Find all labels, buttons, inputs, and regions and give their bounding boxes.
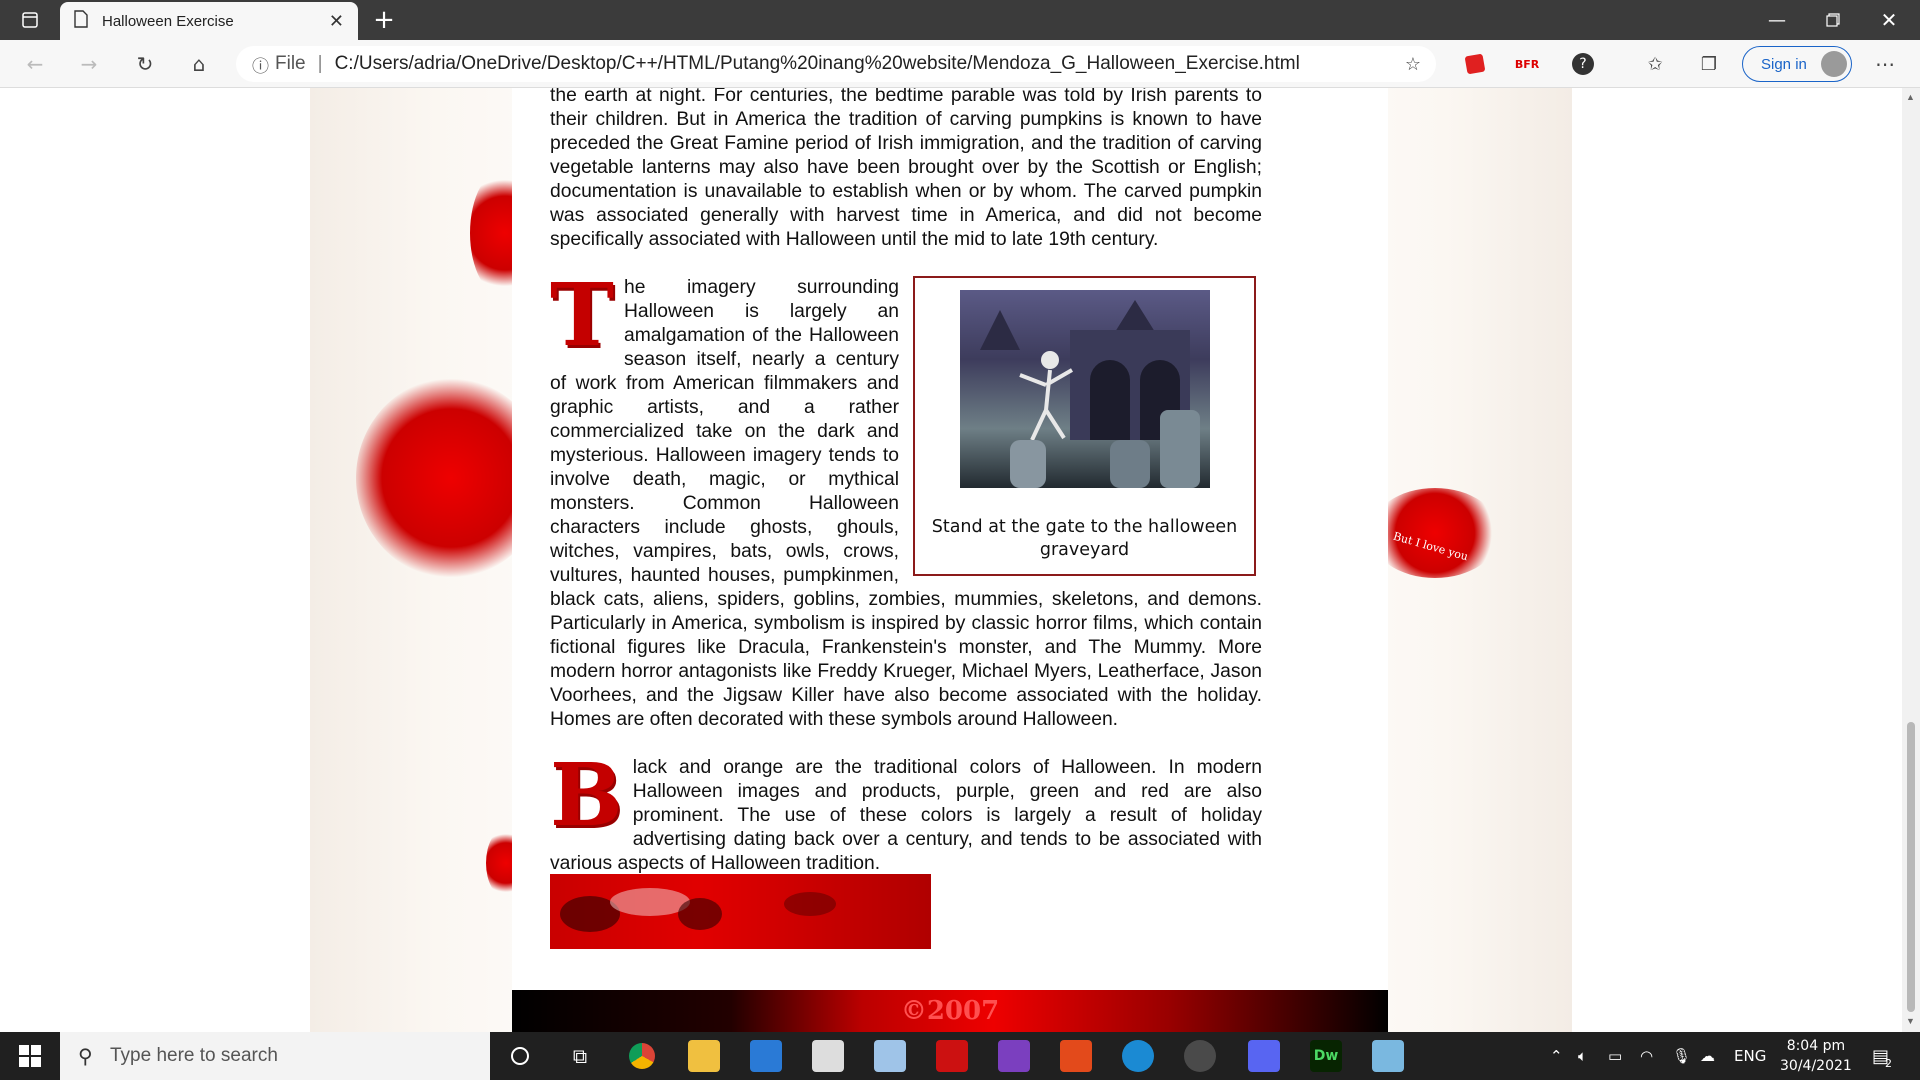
page-footer: ©2007 bbox=[512, 990, 1388, 1032]
article-text: the earth at night. For centuries, the b… bbox=[550, 88, 1262, 900]
notepad-icon[interactable] bbox=[1372, 1040, 1404, 1072]
tab-title: Halloween Exercise bbox=[102, 12, 234, 30]
file-explorer-icon[interactable] bbox=[688, 1040, 720, 1072]
task-view-icon[interactable]: ⧉ bbox=[564, 1040, 596, 1072]
network-icon[interactable]: ◠ bbox=[1640, 1032, 1653, 1080]
paragraph-pumpkins: the earth at night. For centuries, the b… bbox=[550, 88, 1262, 250]
figure-caption: Stand at the gate to the halloween grave… bbox=[931, 517, 1238, 560]
forward-icon[interactable]: → bbox=[74, 40, 104, 88]
close-window-icon[interactable]: ✕ bbox=[1866, 0, 1912, 40]
sign-in-label: Sign in bbox=[1761, 55, 1807, 73]
discord-icon[interactable] bbox=[1248, 1040, 1280, 1072]
paragraph-imagery: T Stand at the gate to the halloween gra… bbox=[550, 265, 1262, 732]
page-icon bbox=[74, 10, 88, 32]
blood-splat bbox=[1370, 488, 1500, 578]
clock-date: 30/4/2021 bbox=[1780, 1058, 1852, 1074]
extension-bfr-icon[interactable]: BFR bbox=[1512, 40, 1542, 88]
new-tab-icon[interactable]: + bbox=[366, 0, 402, 40]
microphone-icon[interactable]: 🎙︎ bbox=[1672, 1032, 1691, 1080]
scrollbar-thumb[interactable] bbox=[1907, 722, 1915, 1012]
onedrive-icon[interactable]: ☁︎ bbox=[1700, 1032, 1715, 1080]
language-indicator[interactable]: ENG bbox=[1734, 1032, 1766, 1080]
volume-icon[interactable]: 🔈︎ bbox=[1578, 1032, 1587, 1080]
chrome-profile-icon[interactable] bbox=[1184, 1040, 1216, 1072]
vertical-scrollbar[interactable]: ▲ ▼ bbox=[1902, 88, 1920, 1032]
dropcap-b: B bbox=[550, 745, 623, 846]
footer-copyright: ©2007 bbox=[900, 996, 1000, 1026]
info-icon[interactable]: ⓘ bbox=[252, 52, 269, 77]
search-placeholder: Type here to search bbox=[110, 1045, 278, 1066]
more-menu-icon[interactable]: ⋯ bbox=[1870, 40, 1900, 88]
main-content: the earth at night. For centuries, the b… bbox=[512, 88, 1388, 1032]
visual-studio-icon[interactable] bbox=[998, 1040, 1030, 1072]
page-viewport: But I love you the earth at night. For c… bbox=[0, 88, 1902, 1032]
battery-icon[interactable]: ▭ bbox=[1608, 1032, 1622, 1080]
start-icon[interactable] bbox=[14, 1040, 46, 1072]
edge-icon[interactable] bbox=[1122, 1040, 1154, 1072]
minimize-icon[interactable]: — bbox=[1754, 0, 1800, 40]
scroll-up-icon[interactable]: ▲ bbox=[1906, 92, 1915, 102]
address-url[interactable]: C:/Users/adria/OneDrive/Desktop/C++/HTML… bbox=[335, 53, 1300, 75]
blood-banner-image bbox=[550, 874, 931, 949]
extension-red-icon[interactable] bbox=[1460, 40, 1490, 88]
paint-icon[interactable] bbox=[874, 1040, 906, 1072]
scroll-down-icon[interactable]: ▼ bbox=[1906, 1016, 1915, 1026]
address-bar[interactable]: ⓘ File | C:/Users/adria/OneDrive/Desktop… bbox=[236, 46, 1436, 82]
restore-icon[interactable] bbox=[1810, 0, 1856, 40]
home-icon[interactable]: ⌂ bbox=[184, 40, 214, 88]
paragraph-colors-text: lack and orange are the traditional colo… bbox=[550, 757, 1262, 874]
cortana-icon[interactable] bbox=[504, 1040, 536, 1072]
refresh-icon[interactable]: ↻ bbox=[130, 40, 160, 88]
notifications-icon[interactable]: ▤ 2 bbox=[1872, 1032, 1892, 1080]
file-label: File bbox=[275, 53, 306, 74]
mail-icon[interactable] bbox=[750, 1040, 782, 1072]
office-icon[interactable] bbox=[1060, 1040, 1092, 1072]
browser-toolbar: ← → ↻ ⌂ ⓘ File | C:/Users/adria/OneDrive… bbox=[0, 40, 1920, 88]
figure-graveyard: Stand at the gate to the halloween grave… bbox=[913, 276, 1256, 576]
favorites-icon[interactable]: ✩ bbox=[1640, 40, 1670, 88]
back-icon[interactable]: ← bbox=[20, 40, 50, 88]
tab-actions-icon[interactable] bbox=[14, 0, 46, 40]
browser-titlebar: Halloween Exercise ✕ + — ✕ bbox=[0, 0, 1920, 40]
tab-halloween-exercise[interactable]: Halloween Exercise ✕ bbox=[60, 2, 358, 40]
avatar-icon bbox=[1821, 51, 1847, 77]
chrome-icon[interactable] bbox=[626, 1040, 658, 1072]
store-icon[interactable] bbox=[812, 1040, 844, 1072]
sign-in-button[interactable]: Sign in bbox=[1742, 46, 1852, 82]
dreamweaver-icon[interactable]: Dw bbox=[1310, 1040, 1342, 1072]
graveyard-image bbox=[959, 290, 1210, 488]
address-separator: | bbox=[317, 53, 323, 74]
paragraph-colors: B lack and orange are the traditional co… bbox=[550, 745, 1262, 876]
close-tab-icon[interactable]: ✕ bbox=[329, 11, 344, 32]
clock[interactable]: 8:04 pm 30/4/2021 bbox=[1780, 1032, 1852, 1080]
windows-taskbar: ⚲ Type here to search ⧉ Dw ⌃ 🔈︎ ▭ ◠ 🎙︎ ☁… bbox=[0, 1032, 1920, 1080]
dropcap-t: T bbox=[550, 265, 614, 366]
taskbar-search[interactable]: ⚲ Type here to search bbox=[60, 1032, 490, 1080]
show-hidden-icons[interactable]: ⌃ bbox=[1550, 1032, 1563, 1080]
collections-icon[interactable]: ❐ bbox=[1694, 40, 1724, 88]
search-icon: ⚲ bbox=[78, 1046, 93, 1068]
notification-count: 2 bbox=[1885, 1056, 1893, 1070]
clock-time: 8:04 pm bbox=[1786, 1038, 1846, 1054]
acrobat-icon[interactable] bbox=[936, 1040, 968, 1072]
add-favorite-icon[interactable]: ☆ bbox=[1398, 40, 1428, 88]
help-icon[interactable]: ? bbox=[1568, 40, 1598, 88]
